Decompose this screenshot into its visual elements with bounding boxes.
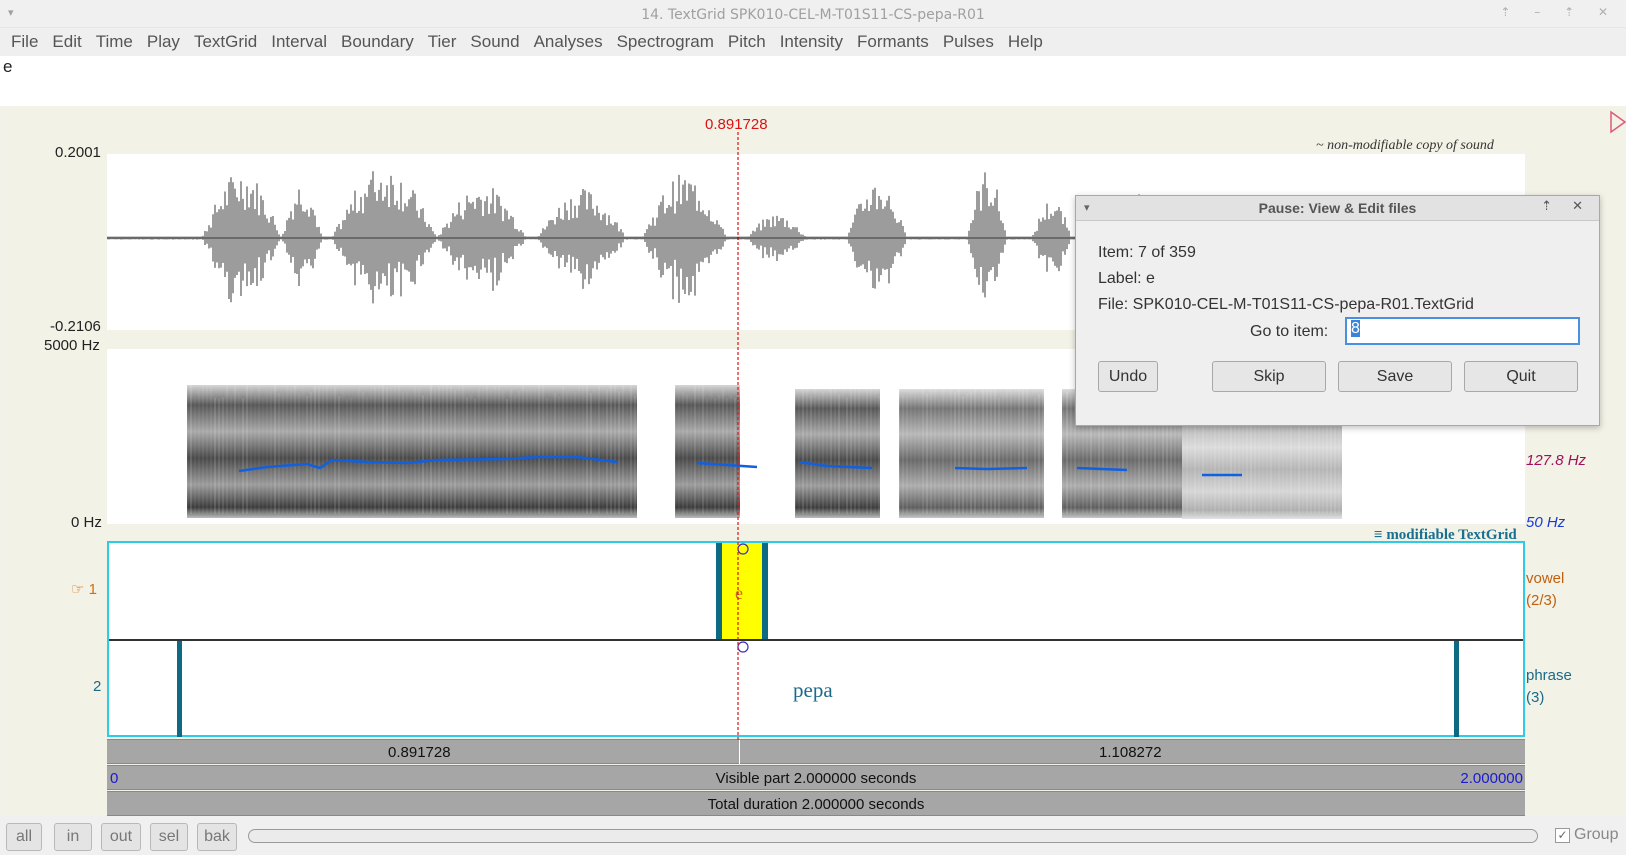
zoom-back-button[interactable]: bak: [197, 823, 237, 851]
menu-sound[interactable]: Sound: [465, 32, 528, 52]
quit-button[interactable]: Quit: [1464, 361, 1578, 392]
time-left-value: 0.891728: [388, 744, 451, 761]
menu-file[interactable]: File: [6, 32, 47, 52]
interval-text-value: e: [3, 57, 13, 76]
goto-item-value: 8: [1351, 320, 1360, 337]
zoom-sel-button[interactable]: sel: [150, 823, 188, 851]
tier2-interval-label: pepa: [793, 678, 833, 702]
visible-part-label: Visible part 2.000000 seconds: [715, 770, 917, 787]
spectro-fmax-label: 5000 Hz: [44, 337, 100, 354]
menu-tier[interactable]: Tier: [423, 32, 466, 52]
dialog-file-line: File: SPK010-CEL-M-T01S11-CS-pepa-R01.Te…: [1098, 296, 1474, 313]
total-duration-bar[interactable]: Total duration 2.000000 seconds: [107, 791, 1525, 816]
tier-separator: [109, 639, 1523, 641]
group-label: Group: [1574, 826, 1619, 843]
tier2-count: (3): [1526, 689, 1545, 706]
dialog-title-bar[interactable]: ▾ Pause: View & Edit files ⇡ ✕: [1076, 196, 1599, 221]
tier2-info[interactable]: phrase (3): [1526, 665, 1572, 709]
skip-button[interactable]: Skip: [1212, 361, 1326, 392]
time-right-value: 1.108272: [1099, 744, 1162, 761]
tier2-name: phrase: [1526, 667, 1572, 684]
spectro-fmin-label: 0 Hz: [71, 514, 102, 531]
menu-formants[interactable]: Formants: [852, 32, 938, 52]
pause-dialog: ▾ Pause: View & Edit files ⇡ ✕ Item: 7 o…: [1075, 195, 1600, 426]
dialog-window-controls[interactable]: ⇡ ✕: [1541, 199, 1591, 214]
praat-textgrid-editor: ▾ 14. TextGrid SPK010-CEL-M-T01S11-CS-pe…: [0, 0, 1626, 855]
dialog-label-line: Label: e: [1098, 270, 1155, 287]
window-title: 14. TextGrid SPK010-CEL-M-T01S11-CS-pepa…: [641, 7, 985, 23]
selection-time-bar[interactable]: 0.891728 1.108272: [107, 739, 1525, 764]
visible-part-bar[interactable]: 0 Visible part 2.000000 seconds 2.000000: [107, 765, 1525, 790]
tier2-boundary-left[interactable]: [177, 641, 182, 737]
save-button[interactable]: Save: [1338, 361, 1452, 392]
menu-edit[interactable]: Edit: [47, 32, 90, 52]
menu-play[interactable]: Play: [142, 32, 189, 52]
tier2-number[interactable]: 2: [93, 676, 101, 698]
interval-text-field[interactable]: e: [0, 56, 1626, 106]
sound-ymax-label: 0.2001: [55, 144, 101, 161]
menu-help[interactable]: Help: [1003, 32, 1052, 52]
tier1-boundary-right[interactable]: [762, 543, 768, 639]
menu-analyses[interactable]: Analyses: [529, 32, 612, 52]
goto-item-label: Go to item:: [1250, 323, 1329, 340]
pitch-floor-label: 50 Hz: [1526, 514, 1566, 531]
menu-spectrogram[interactable]: Spectrogram: [612, 32, 723, 52]
tier1-count: (2/3): [1526, 592, 1557, 609]
menu-boundary[interactable]: Boundary: [336, 32, 423, 52]
goto-item-input[interactable]: 8: [1345, 317, 1580, 345]
dialog-title: Pause: View & Edit files: [1258, 200, 1417, 216]
pitch-value-label: 127.8 Hz: [1526, 452, 1587, 469]
window-controls[interactable]: ⇡ – ⇡ ✕: [1500, 5, 1618, 19]
group-checkbox[interactable]: ✓: [1555, 827, 1570, 843]
menu-textgrid[interactable]: TextGrid: [189, 32, 266, 52]
zoom-all-button[interactable]: all: [6, 823, 42, 851]
sound-note: ~ non-modifiable copy of sound: [1316, 138, 1494, 153]
menu-pitch[interactable]: Pitch: [723, 32, 775, 52]
cursor-line: [737, 132, 739, 742]
time-bar-divider: [739, 740, 740, 764]
horizontal-scrollbar[interactable]: [248, 829, 1538, 843]
menu-bar: File Edit Time Play TextGrid Interval Bo…: [0, 28, 1626, 56]
play-right-icon[interactable]: [1610, 110, 1626, 134]
textgrid-panel[interactable]: e pepa: [107, 541, 1525, 737]
menu-time[interactable]: Time: [91, 32, 142, 52]
tier2-boundary-right[interactable]: [1454, 641, 1459, 737]
sound-ymin-label: -0.2106: [50, 318, 101, 335]
menu-intensity[interactable]: Intensity: [775, 32, 852, 52]
undo-button[interactable]: Undo: [1098, 361, 1158, 392]
menu-pulses[interactable]: Pulses: [938, 32, 1003, 52]
total-duration-label: Total duration 2.000000 seconds: [707, 796, 925, 813]
tier1-name: vowel: [1526, 570, 1565, 587]
zoom-out-button[interactable]: out: [101, 823, 141, 851]
visible-end: 2.000000: [1460, 770, 1523, 787]
title-bar: ▾ 14. TextGrid SPK010-CEL-M-T01S11-CS-pe…: [0, 0, 1626, 28]
bottom-bar: all in out sel bak ✓ Group: [0, 816, 1626, 855]
cursor-time-label: 0.891728: [705, 116, 768, 133]
tier1-boundary-left[interactable]: [716, 543, 722, 639]
tier1-info[interactable]: vowel (2/3): [1526, 568, 1564, 612]
group-toggle[interactable]: ✓ Group: [1555, 826, 1618, 844]
dialog-item-line: Item: 7 of 359: [1098, 244, 1196, 261]
menu-interval[interactable]: Interval: [266, 32, 336, 52]
zoom-in-button[interactable]: in: [54, 823, 92, 851]
tier1-number[interactable]: ☞ 1: [71, 579, 97, 601]
tier-pointer-icon: ☞: [71, 581, 85, 598]
tier1-number-text: 1: [88, 581, 97, 598]
